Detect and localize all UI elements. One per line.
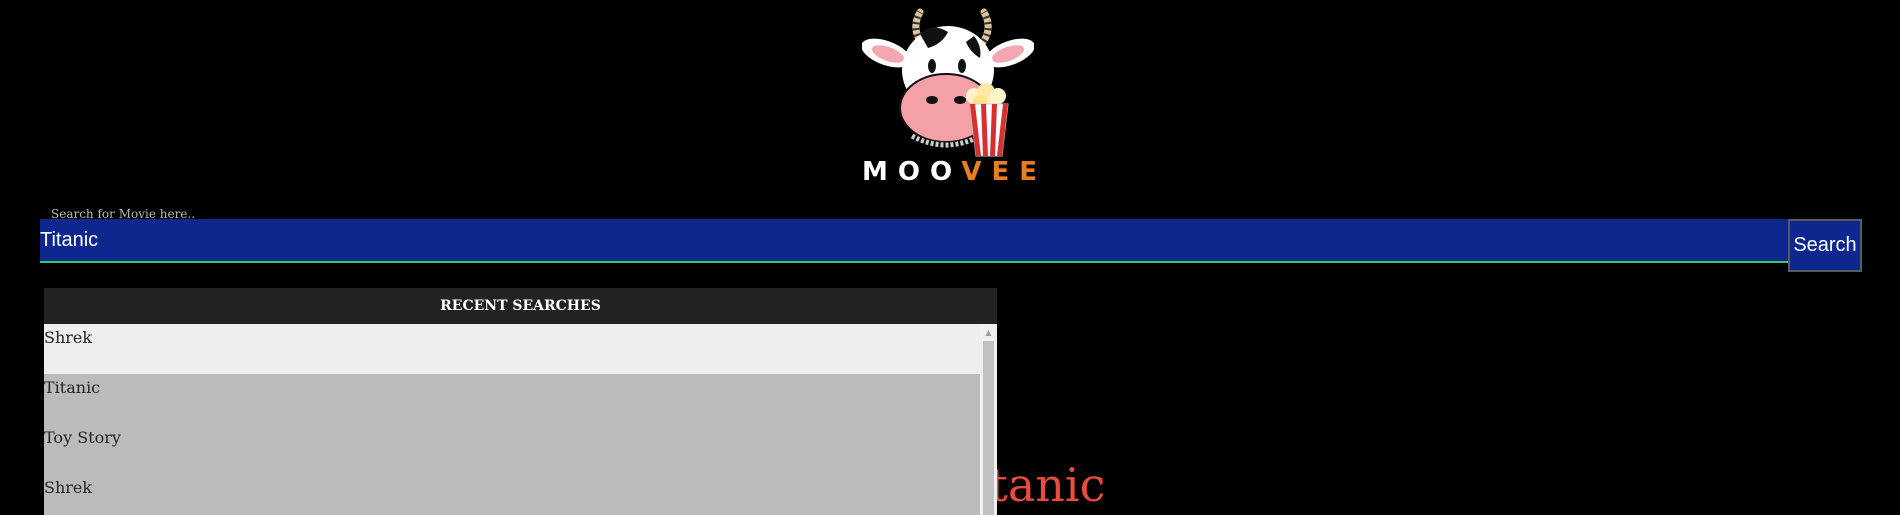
- cow-popcorn-logo-icon: [862, 8, 1034, 157]
- recent-list-scrollbar[interactable]: ▲: [980, 324, 997, 515]
- logo-text-moo: MOO: [862, 157, 962, 187]
- scrollbar-thumb[interactable]: [983, 341, 994, 515]
- moovee-logo[interactable]: MOOVEE: [862, 8, 1037, 187]
- recent-search-item[interactable]: Shrek: [44, 324, 980, 374]
- recent-search-item[interactable]: Toy Story: [44, 424, 980, 474]
- recent-search-item[interactable]: Shrek: [44, 474, 980, 515]
- recent-search-item[interactable]: Titanic: [44, 374, 980, 424]
- recent-searches-list[interactable]: Shrek Titanic Toy Story Shrek ▲: [44, 324, 997, 515]
- logo-wordmark: MOOVEE: [862, 157, 1037, 187]
- recent-searches-header: RECENT SEARCHES: [44, 288, 997, 324]
- page: MOOVEE Search for Movie here.. Search Ti…: [0, 0, 1900, 515]
- search-input[interactable]: [40, 219, 1788, 263]
- search-button[interactable]: Search: [1788, 219, 1862, 272]
- recent-searches-panel: RECENT SEARCHES Shrek Titanic Toy Story …: [44, 288, 997, 515]
- scroll-up-arrow-icon[interactable]: ▲: [980, 324, 997, 341]
- logo-text-vee: VEE: [961, 157, 1048, 187]
